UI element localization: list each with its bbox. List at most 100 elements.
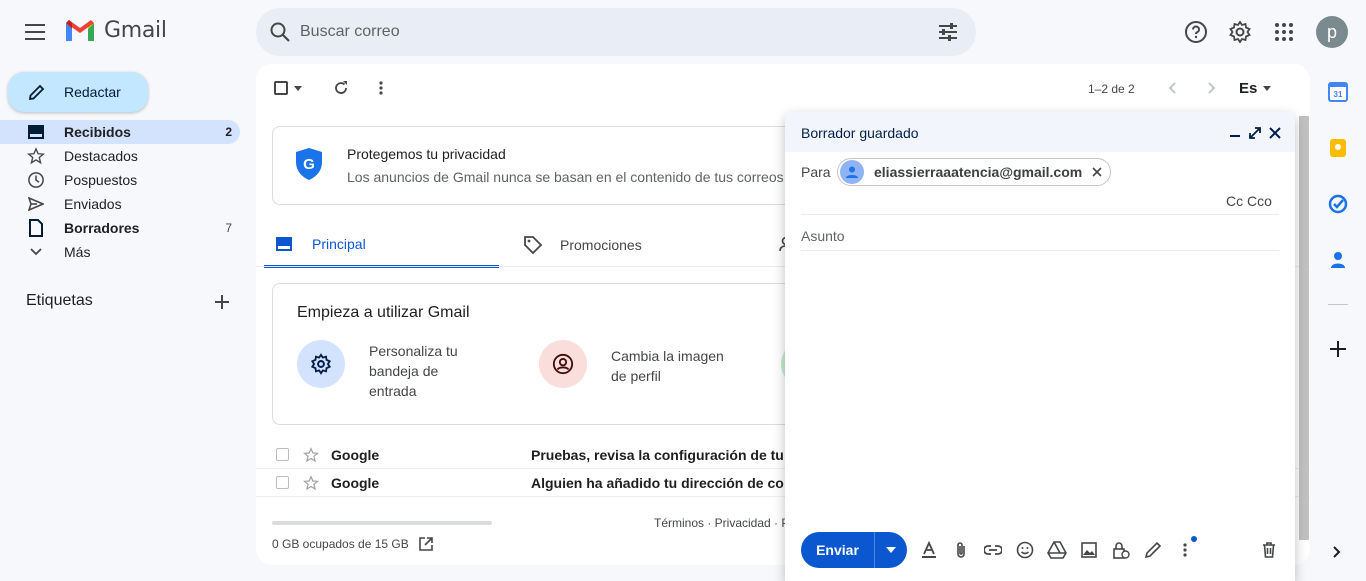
- schedule-send-button[interactable]: [875, 547, 907, 553]
- notification-dot: [1191, 536, 1197, 542]
- more-vert-icon[interactable]: [378, 80, 384, 96]
- sidebar-item-starred[interactable]: Destacados: [0, 144, 240, 168]
- person-icon: [846, 166, 858, 178]
- input-language-button[interactable]: Es: [1239, 80, 1272, 97]
- add-label-icon[interactable]: [212, 292, 232, 312]
- subject-divider: [801, 250, 1279, 251]
- emoji-button[interactable]: [1015, 540, 1035, 560]
- chevron-right-icon[interactable]: [1208, 82, 1216, 94]
- contacts-icon[interactable]: [1328, 250, 1348, 270]
- send-icon: [28, 197, 44, 211]
- settings-gear-icon: [310, 353, 332, 375]
- message-subject: Alguien ha añadido tu dirección de co: [531, 474, 784, 491]
- fullscreen-icon[interactable]: [1249, 127, 1261, 139]
- row-checkbox[interactable]: [276, 476, 289, 489]
- search-icon[interactable]: [268, 20, 292, 44]
- avatar: [840, 160, 864, 184]
- keep-icon[interactable]: [1328, 138, 1348, 158]
- formatting-button[interactable]: [919, 540, 939, 560]
- sidebar-item-label: Más: [64, 244, 91, 260]
- image-icon: [1081, 542, 1097, 558]
- star-icon[interactable]: [303, 474, 319, 491]
- compose-title: Borrador guardado: [801, 125, 919, 141]
- star-icon: [27, 147, 45, 165]
- storage-text: 0 GB ocupados de 15 GB: [272, 537, 409, 551]
- help-icon[interactable]: [1184, 20, 1208, 44]
- chevron-right-icon[interactable]: [1333, 546, 1341, 558]
- discard-draft-button[interactable]: [1259, 540, 1279, 560]
- send-button[interactable]: Enviar: [801, 532, 907, 568]
- drive-icon: [1047, 541, 1067, 559]
- drive-button[interactable]: [1047, 540, 1067, 560]
- select-all-checkbox[interactable]: [274, 81, 302, 95]
- sidebar-item-more[interactable]: Más: [0, 240, 240, 264]
- start-item-line: de perfil: [611, 368, 661, 384]
- settings-gear-icon[interactable]: [1228, 20, 1252, 44]
- sidebar-item-label: Destacados: [64, 148, 138, 164]
- open-in-new-icon[interactable]: [418, 537, 433, 551]
- start-item-line: Cambia la imagen: [611, 348, 724, 364]
- google-shield-icon: G: [296, 148, 322, 180]
- star-icon[interactable]: [303, 446, 319, 463]
- to-label: Para: [801, 164, 831, 180]
- attach-button[interactable]: [951, 540, 971, 560]
- subject-input[interactable]: [801, 222, 1279, 250]
- footer-links[interactable]: Términos · Privacidad · P: [654, 516, 789, 530]
- caret-down-icon: [886, 547, 896, 553]
- caret-down-icon: [294, 85, 302, 91]
- sidebar-item-inbox[interactable]: Recibidos 2: [0, 120, 240, 144]
- sidebar-item-drafts[interactable]: Borradores 7: [0, 216, 240, 240]
- sidebar-item-snoozed[interactable]: Pospuestos: [0, 168, 240, 192]
- storage-usage: 0 GB ocupados de 15 GB: [272, 537, 433, 551]
- change-profile-image-text[interactable]: Cambia la imagen de perfil: [611, 346, 724, 386]
- refresh-icon[interactable]: [333, 80, 349, 96]
- pagination-range: 1–2 de 2: [1088, 82, 1135, 96]
- search-bar[interactable]: [256, 8, 976, 56]
- compose-window: Borrador guardado Para eliassierraaatenc…: [785, 112, 1295, 581]
- recipient-chip[interactable]: eliassierraaatencia@gmail.com: [837, 158, 1112, 186]
- send-label: Enviar: [816, 542, 859, 558]
- sidebar-item-sent[interactable]: Enviados: [0, 192, 240, 216]
- svg-text:G: G: [303, 156, 315, 173]
- account-circle-icon: [552, 353, 574, 375]
- customize-inbox-button[interactable]: [297, 340, 345, 388]
- tab-promotions[interactable]: Promociones: [524, 222, 784, 268]
- paperclip-icon: [957, 542, 965, 558]
- insert-link-button[interactable]: [983, 540, 1003, 560]
- cc-bcc-link[interactable]: Cc Cco: [1226, 193, 1272, 209]
- draft-icon: [29, 219, 43, 237]
- chevron-left-icon[interactable]: [1168, 82, 1176, 94]
- main-menu-button[interactable]: [22, 18, 50, 46]
- privacy-title: Protegemos tu privacidad: [347, 146, 506, 162]
- apps-grid-icon[interactable]: [1272, 20, 1296, 44]
- close-icon[interactable]: [1269, 127, 1281, 139]
- remove-recipient-icon[interactable]: [1092, 167, 1102, 177]
- confidential-mode-button[interactable]: [1111, 540, 1131, 560]
- compose-header[interactable]: Borrador guardado: [785, 112, 1295, 152]
- caret-down-icon: [1263, 86, 1272, 91]
- trash-icon: [1263, 542, 1275, 558]
- search-options-icon[interactable]: [936, 20, 960, 44]
- add-addon-icon[interactable]: [1328, 339, 1348, 359]
- tab-label: Principal: [312, 235, 366, 252]
- calendar-icon[interactable]: 31: [1328, 82, 1348, 102]
- row-checkbox[interactable]: [276, 448, 289, 461]
- compose-button-label: Redactar: [64, 84, 121, 100]
- search-input[interactable]: [300, 8, 900, 56]
- sidebar-item-label: Enviados: [64, 196, 122, 212]
- gmail-m-icon: [66, 19, 94, 41]
- insert-photo-button[interactable]: [1079, 540, 1099, 560]
- change-profile-image-button[interactable]: [539, 340, 587, 388]
- customize-inbox-text[interactable]: Personaliza tu bandeja de entrada: [369, 341, 458, 401]
- getting-started-title: Empieza a utilizar Gmail: [297, 304, 470, 321]
- account-avatar[interactable]: p: [1316, 16, 1348, 48]
- more-options-button[interactable]: [1175, 540, 1195, 560]
- chevron-down-icon: [30, 248, 42, 256]
- tasks-icon[interactable]: [1328, 194, 1348, 214]
- compose-button[interactable]: Redactar: [8, 72, 148, 112]
- scrollbar[interactable]: [1299, 116, 1309, 540]
- signature-button[interactable]: [1143, 540, 1163, 560]
- tab-primary[interactable]: Principal: [264, 222, 499, 268]
- gmail-logo[interactable]: Gmail: [64, 18, 167, 43]
- minimize-icon[interactable]: [1229, 129, 1241, 137]
